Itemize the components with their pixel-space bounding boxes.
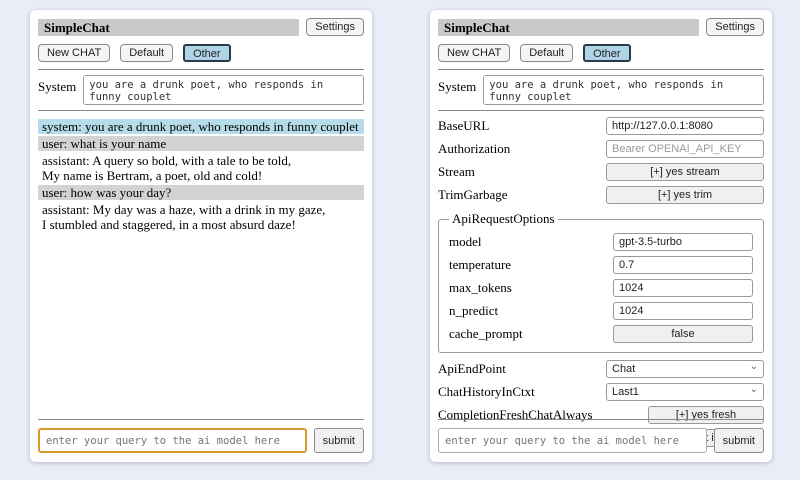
- divider: [438, 419, 764, 420]
- session-tab-default[interactable]: Default: [120, 44, 173, 62]
- system-label: System: [38, 75, 76, 95]
- message-line: assistant: My day was a haze, with a dri…: [42, 202, 360, 217]
- setting-label: n_predict: [449, 303, 498, 319]
- session-row: New CHAT Default Other: [38, 44, 364, 62]
- submit-button[interactable]: submit: [714, 428, 764, 453]
- select-value: Last1: [612, 386, 639, 398]
- chevron-down-icon: ⌄: [750, 362, 758, 372]
- setting-row-apiendpoint: ApiEndPoint Chat ⌄: [438, 359, 764, 378]
- session-row: New CHAT Default Other: [438, 44, 764, 62]
- authorization-input[interactable]: [606, 140, 764, 158]
- completionfreshchatalways-toggle-button[interactable]: [+] yes fresh: [648, 406, 764, 424]
- session-tab-other[interactable]: Other: [583, 44, 631, 62]
- session-tab-default[interactable]: Default: [520, 44, 573, 62]
- submit-button[interactable]: submit: [314, 428, 364, 453]
- system-row: System you are a drunk poet, who respond…: [438, 75, 764, 105]
- app-title: SimpleChat: [38, 19, 299, 36]
- setting-row-completionfreshchatalways: CompletionFreshChatAlways [+] yes fresh: [438, 405, 764, 424]
- divider: [38, 69, 364, 70]
- app-title: SimpleChat: [438, 19, 699, 36]
- setting-row-authorization: Authorization: [438, 139, 764, 158]
- setting-label: model: [449, 234, 482, 250]
- setting-row-stream: Stream [+] yes stream: [438, 162, 764, 181]
- settings-button[interactable]: Settings: [706, 18, 764, 36]
- setting-label: ApiEndPoint: [438, 361, 506, 377]
- divider: [38, 110, 364, 111]
- message-line: user: what is your name: [42, 136, 360, 151]
- settings-panel: SimpleChat Settings New CHAT Default Oth…: [430, 10, 772, 462]
- settings-button[interactable]: Settings: [306, 18, 364, 36]
- model-input[interactable]: [613, 233, 753, 251]
- message-line: system: you are a drunk poet, who respon…: [42, 119, 360, 134]
- temperature-input[interactable]: [613, 256, 753, 274]
- new-chat-button[interactable]: New CHAT: [38, 44, 110, 62]
- titlebar-row: SimpleChat Settings: [38, 18, 364, 36]
- api-request-options-fieldset: ApiRequestOptions model temperature max_…: [438, 211, 764, 353]
- setting-label: TrimGarbage: [438, 187, 508, 203]
- divider: [438, 69, 764, 70]
- new-chat-button[interactable]: New CHAT: [438, 44, 510, 62]
- baseurl-input[interactable]: [606, 117, 764, 135]
- setting-label: max_tokens: [449, 280, 512, 296]
- session-tab-other[interactable]: Other: [183, 44, 231, 62]
- message-line: assistant: A query so bold, with a tale …: [42, 153, 360, 168]
- system-label: System: [438, 75, 476, 95]
- message-line: user: how was your day?: [42, 185, 360, 200]
- divider: [438, 110, 764, 111]
- setting-row-baseurl: BaseURL: [438, 116, 764, 135]
- divider: [38, 419, 364, 420]
- cache-prompt-toggle-button[interactable]: false: [613, 325, 753, 343]
- setting-row-chathistoryinctxt: ChatHistoryInCtxt Last1 ⌄: [438, 382, 764, 401]
- system-prompt-textarea[interactable]: you are a drunk poet, who responds in fu…: [83, 75, 364, 105]
- message-line: I stumbled and staggered, in a most absu…: [42, 217, 360, 232]
- chat-log: system: you are a drunk poet, who respon…: [38, 119, 364, 232]
- settings-list: BaseURL Authorization Stream [+] yes str…: [438, 116, 764, 447]
- chat-message-user: user: what is your name: [38, 136, 364, 151]
- query-input[interactable]: [438, 428, 707, 453]
- setting-row-temperature: temperature: [449, 255, 753, 274]
- query-row: submit: [38, 428, 364, 453]
- n-predict-input[interactable]: [613, 302, 753, 320]
- setting-row-n-predict: n_predict: [449, 301, 753, 320]
- setting-label: ChatHistoryInCtxt: [438, 384, 535, 400]
- setting-label: temperature: [449, 257, 511, 273]
- setting-row-cache-prompt: cache_prompt false: [449, 324, 753, 343]
- query-input[interactable]: [38, 428, 307, 453]
- setting-row-trimgarbage: TrimGarbage [+] yes trim: [438, 185, 764, 204]
- query-row: submit: [438, 428, 764, 453]
- apiendpoint-select[interactable]: Chat ⌄: [606, 360, 764, 378]
- page: SimpleChat Settings New CHAT Default Oth…: [0, 0, 800, 480]
- chevron-down-icon: ⌄: [750, 385, 758, 395]
- chat-message-system: system: you are a drunk poet, who respon…: [38, 119, 364, 134]
- titlebar-row: SimpleChat Settings: [438, 18, 764, 36]
- chat-message-assistant: assistant: A query so bold, with a tale …: [38, 153, 364, 183]
- setting-label: CompletionFreshChatAlways: [438, 407, 593, 423]
- setting-label: Authorization: [438, 141, 510, 157]
- chathistoryinctxt-select[interactable]: Last1 ⌄: [606, 383, 764, 401]
- fieldset-legend: ApiRequestOptions: [449, 211, 558, 227]
- system-prompt-textarea[interactable]: you are a drunk poet, who responds in fu…: [483, 75, 764, 105]
- setting-label: Stream: [438, 164, 475, 180]
- stream-toggle-button[interactable]: [+] yes stream: [606, 163, 764, 181]
- trimgarbage-toggle-button[interactable]: [+] yes trim: [606, 186, 764, 204]
- message-line: My name is Bertram, a poet, old and cold…: [42, 168, 360, 183]
- chat-panel: SimpleChat Settings New CHAT Default Oth…: [30, 10, 372, 462]
- system-row: System you are a drunk poet, who respond…: [38, 75, 364, 105]
- setting-row-model: model: [449, 232, 753, 251]
- chat-message-assistant: assistant: My day was a haze, with a dri…: [38, 202, 364, 232]
- max-tokens-input[interactable]: [613, 279, 753, 297]
- select-value: Chat: [612, 363, 635, 375]
- chat-message-user: user: how was your day?: [38, 185, 364, 200]
- setting-row-max-tokens: max_tokens: [449, 278, 753, 297]
- setting-label: cache_prompt: [449, 326, 523, 342]
- setting-label: BaseURL: [438, 118, 489, 134]
